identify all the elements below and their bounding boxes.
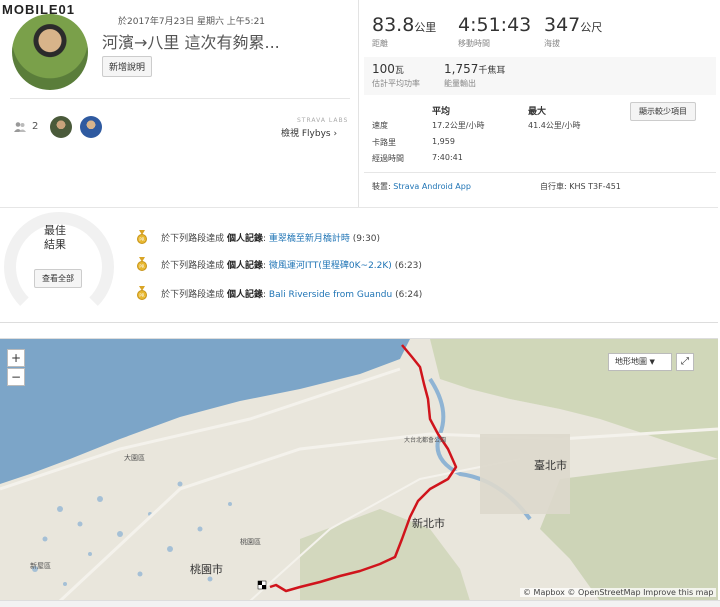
segment-link[interactable]: 微風運河ITT(里程碑0K~2.2K) — [269, 261, 392, 271]
athletes-count[interactable]: 2 — [32, 121, 38, 132]
row-avg: 1,959 — [432, 137, 455, 146]
pr-medal-icon: PR — [137, 256, 147, 271]
pr-label: 個人記錄 — [226, 234, 263, 244]
view-all-button[interactable]: 查看全部 — [34, 269, 82, 288]
map-label-taoyuan-city: 桃園市 — [190, 563, 223, 576]
athletes-icon — [14, 122, 26, 132]
pr-prefix: 於下列路段達成 — [161, 290, 225, 300]
pr-medal-icon: PR — [137, 229, 147, 244]
stat-distance: 83.8公里 距離 — [372, 14, 436, 49]
zoom-out-button[interactable]: − — [7, 368, 25, 386]
pr-medal-icon: PR — [137, 285, 147, 300]
zoom-in-button[interactable]: + — [7, 349, 25, 367]
strava-labs-label: STRAVA LABS — [297, 117, 349, 124]
bike-value: KHS T3F-451 — [569, 182, 621, 191]
elevation-value: 347 — [544, 14, 581, 36]
pr-prefix: 於下列路段達成 — [161, 261, 225, 271]
distance-label: 距離 — [372, 39, 388, 48]
pr-label: 個人記錄 — [226, 261, 263, 271]
pr-label: 個人記錄 — [226, 290, 263, 300]
energy-unit: 千焦耳 — [478, 66, 506, 76]
distance-unit: 公里 — [414, 21, 437, 34]
pr-row: PR 於下列路段達成 個人記錄: Bali Riverside from Gua… — [136, 282, 422, 301]
bike-info: 自行車: KHS T3F-451 — [540, 181, 621, 192]
power-label: 估計平均功率 — [372, 79, 420, 88]
athlete-avatar[interactable] — [12, 14, 88, 90]
divider — [0, 322, 718, 323]
moving-time-label: 移動時間 — [458, 39, 490, 48]
route-map[interactable]: + − 地形地圖 ▼ ⤢ 臺北市 新北市 桃園市 桃園區 大園區 新屋區 大台北… — [0, 338, 718, 600]
pr-time: (9:30) — [352, 234, 381, 244]
flybys-label: 檢視 Flybys — [281, 129, 331, 139]
athlete-avatar-small[interactable] — [50, 116, 72, 138]
pr-time: (6:23) — [394, 261, 422, 271]
elevation-label: 海拔 — [544, 39, 560, 48]
row-max: 41.4公里/小時 — [528, 121, 581, 130]
divider — [10, 98, 350, 99]
map-type-select[interactable]: 地形地圖 ▼ — [608, 353, 672, 371]
svg-text:PR: PR — [139, 293, 144, 298]
stat-energy: 1,757千焦耳 能量輸出 — [444, 62, 505, 89]
row-avg: 7:40:41 — [432, 153, 463, 162]
elevation-unit: 公尺 — [580, 21, 603, 34]
device-info: 裝置: Strava Android App — [372, 181, 471, 192]
bike-label: 自行車: — [540, 182, 567, 191]
svg-text:PR: PR — [139, 264, 144, 269]
map-label-taipei: 臺北市 — [534, 459, 567, 472]
map-attribution[interactable]: © Mapbox © OpenStreetMap Improve this ma… — [520, 588, 717, 597]
moving-time-value: 4:51:43 — [458, 14, 532, 36]
header-max: 最大 — [528, 107, 547, 117]
power-unit: 瓦 — [394, 66, 404, 76]
pr-time: (6:24) — [395, 290, 423, 300]
row-label: 經過時間 — [372, 154, 404, 163]
map-label-xinwu: 新屋區 — [30, 562, 51, 570]
map-label-park: 大台北都會公園 — [404, 437, 447, 444]
stat-moving-time: 4:51:43 移動時間 — [458, 14, 531, 49]
map-label-taoyuan-district: 桃園區 — [240, 538, 261, 546]
device-link[interactable]: Strava Android App — [393, 182, 471, 191]
row-label: 卡路里 — [372, 138, 396, 147]
resize-handle[interactable] — [0, 600, 720, 607]
energy-label: 能量輸出 — [444, 79, 476, 88]
best-title-line2: 結果 — [44, 238, 66, 251]
athlete-avatar-small[interactable] — [80, 116, 102, 138]
chevron-right-icon: › — [333, 129, 338, 139]
map-label-dayuan: 大園區 — [124, 454, 145, 462]
activity-date: 於2017年7月23日 星期六 上午5:21 — [118, 17, 266, 27]
flybys-link[interactable]: 檢視 Flybys › — [281, 126, 337, 139]
chevron-down-icon: ▼ — [649, 358, 655, 366]
pr-prefix: 於下列路段達成 — [161, 234, 225, 244]
power-value: 100 — [372, 62, 395, 76]
divider — [364, 172, 716, 173]
best-efforts-title: 最佳 結果 — [44, 224, 66, 252]
pr-row: PR 於下列路段達成 個人記錄: 重翠橋至新月橋計時 (9:30) — [136, 226, 380, 245]
segment-link[interactable]: Bali Riverside from Guandu — [269, 290, 392, 300]
map-type-label: 地形地圖 — [615, 357, 647, 366]
distance-value: 83.8 — [372, 14, 415, 36]
best-efforts-panel: 最佳 結果 查看全部 PR 於下列路段達成 個人記錄: 重翠橋至新月橋計時 (9… — [0, 208, 718, 322]
fullscreen-icon[interactable]: ⤢ — [676, 353, 694, 371]
activity-title: 河濱→八里 這次有夠累... — [102, 33, 280, 52]
best-title-line1: 最佳 — [44, 224, 66, 237]
map-label-new-taipei: 新北市 — [412, 517, 445, 530]
divider — [358, 0, 359, 208]
segment-link[interactable]: 重翠橋至新月橋計時 — [269, 234, 350, 244]
svg-text:PR: PR — [139, 237, 144, 242]
stat-elevation: 347公尺 海拔 — [544, 14, 602, 49]
header-average: 平均 — [432, 107, 451, 117]
pr-row: PR 於下列路段達成 個人記錄: 微風運河ITT(里程碑0K~2.2K) (6:… — [136, 253, 422, 272]
energy-value: 1,757 — [444, 62, 479, 76]
map-canvas[interactable] — [0, 339, 718, 600]
row-avg: 17.2公里/小時 — [432, 121, 485, 130]
show-fewer-button[interactable]: 顯示較少項目 — [630, 102, 696, 121]
stat-power: 100瓦 估計平均功率 — [372, 62, 420, 89]
add-description-button[interactable]: 新增說明 — [102, 56, 153, 77]
device-label: 裝置: — [372, 182, 391, 191]
row-label: 速度 — [372, 121, 388, 130]
